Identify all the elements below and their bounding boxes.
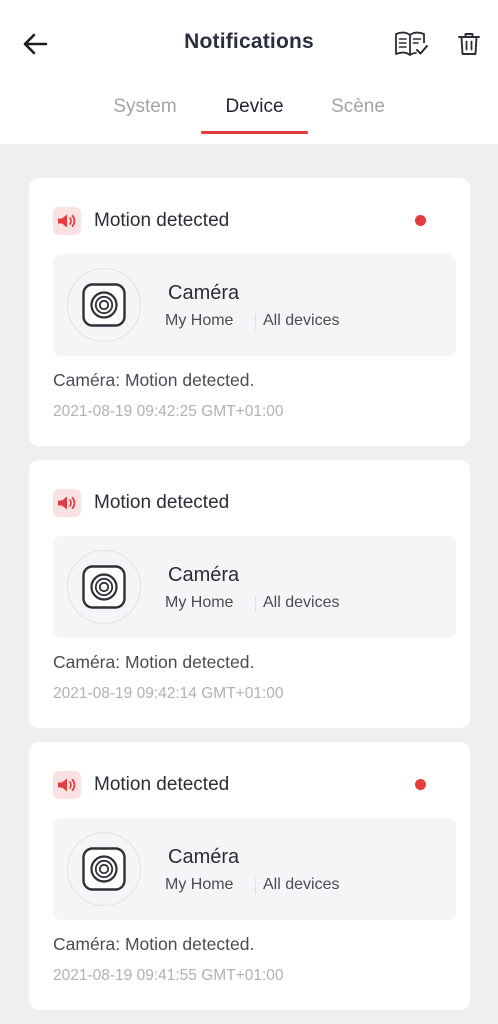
device-name: Caméra <box>168 564 240 586</box>
notification-header: Motion detected <box>53 488 229 518</box>
device-group: All devices <box>263 594 340 611</box>
camera-device-icon <box>67 550 141 624</box>
trash-icon <box>458 33 480 55</box>
unread-dot <box>415 779 426 790</box>
notification-title: Motion detected <box>94 492 230 513</box>
camera-device-icon <box>67 832 141 906</box>
tab-scene[interactable]: Scène <box>318 92 398 132</box>
delete-button[interactable] <box>452 27 486 61</box>
device-info[interactable]: Caméra My Home All devices <box>53 818 456 920</box>
notification-header: Motion detected <box>53 770 229 800</box>
notification-card[interactable]: Motion detected Caméra My Home All devic… <box>29 178 470 446</box>
notification-message: Caméra: Motion detected. <box>53 652 255 672</box>
speaker-icon <box>53 489 81 517</box>
notification-timestamp: 2021-08-19 09:42:14 GMT+01:00 <box>53 685 284 702</box>
app-header: Notifications System Device Scène <box>0 0 498 144</box>
notification-title: Motion detected <box>94 210 230 231</box>
divider <box>255 314 256 330</box>
notification-timestamp: 2021-08-19 09:42:25 GMT+01:00 <box>53 403 284 420</box>
speaker-icon <box>53 771 81 799</box>
active-tab-indicator <box>201 131 308 134</box>
back-button[interactable] <box>18 28 52 60</box>
notification-title: Motion detected <box>94 774 230 795</box>
device-info[interactable]: Caméra My Home All devices <box>53 254 456 356</box>
notification-timestamp: 2021-08-19 09:41:55 GMT+01:00 <box>53 967 284 984</box>
notification-header: Motion detected <box>53 206 229 236</box>
device-home: My Home <box>165 876 234 893</box>
tab-device[interactable]: Device <box>201 92 308 132</box>
notification-card[interactable]: Motion detected Caméra My Home All devic… <box>29 742 470 1010</box>
notification-message: Caméra: Motion detected. <box>53 370 255 390</box>
device-name: Caméra <box>168 282 240 304</box>
speaker-icon <box>53 207 81 235</box>
device-group: All devices <box>263 312 340 329</box>
tab-system[interactable]: System <box>100 92 190 132</box>
unread-dot <box>415 215 426 226</box>
device-group: All devices <box>263 876 340 893</box>
mark-all-read-button[interactable] <box>391 26 431 62</box>
book-check-icon <box>395 31 428 56</box>
device-home: My Home <box>165 312 234 329</box>
arrow-left-icon <box>23 33 48 55</box>
notification-card[interactable]: Motion detected Caméra My Home All devic… <box>29 460 470 728</box>
divider <box>255 878 256 894</box>
device-home: My Home <box>165 594 234 611</box>
device-info[interactable]: Caméra My Home All devices <box>53 536 456 638</box>
device-name: Caméra <box>168 846 240 868</box>
camera-device-icon <box>67 268 141 342</box>
divider <box>255 596 256 612</box>
notification-message: Caméra: Motion detected. <box>53 934 255 954</box>
tab-bar: System Device Scène <box>0 92 498 138</box>
